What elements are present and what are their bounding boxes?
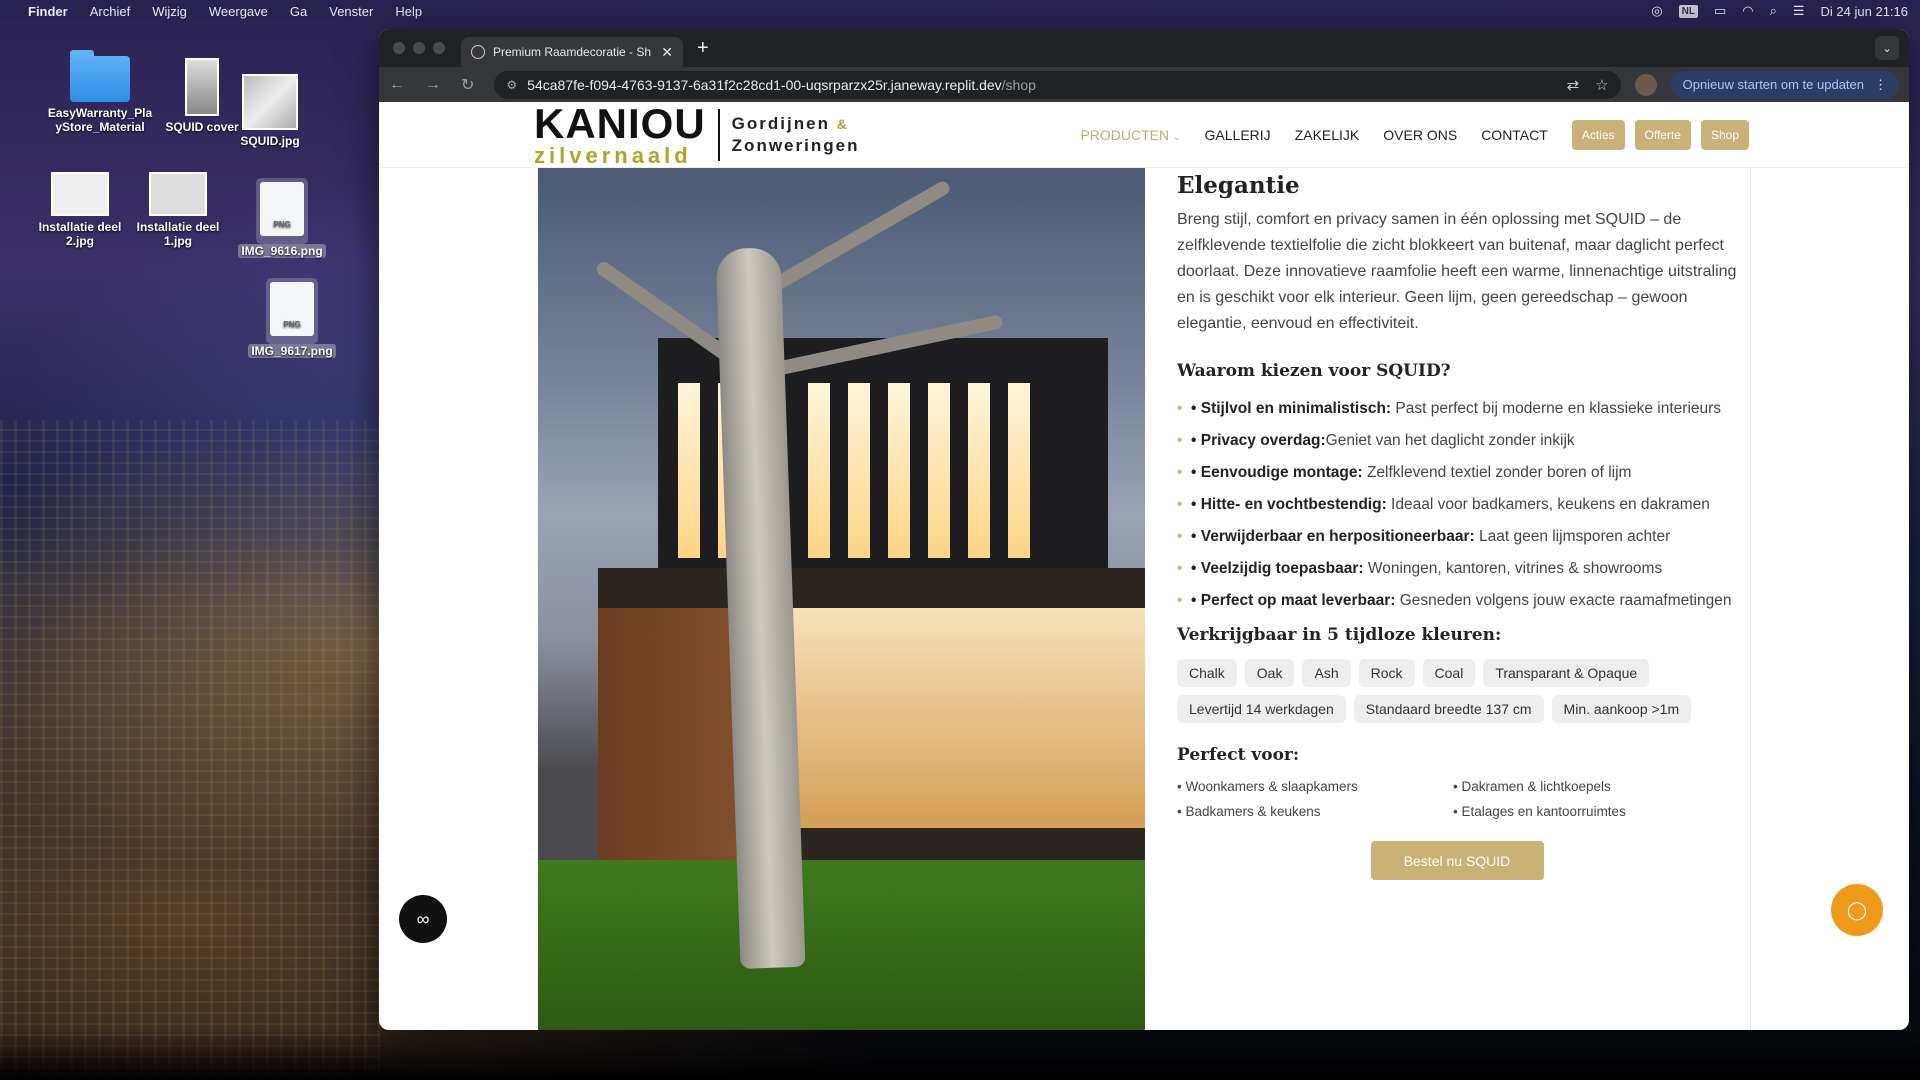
colors-heading: Verkrijgbaar in 5 tijdloze kleuren: [1177,625,1502,645]
web-page: KANIOU zilvernaald Gordijnen & Zonwering… [379,102,1909,1030]
control-center-icon[interactable]: ☰ [1793,3,1805,19]
chat-bubble-icon: ◯ [1846,899,1868,920]
png-file-icon: PNG [270,282,314,336]
tab-title: Premium Raamdecoratie - Sh [493,45,652,59]
product-intro: Breng stijl, comfort en privacy samen in… [1177,211,1737,332]
list-item: • Eenvoudige montage: Zelfklevend textie… [1177,461,1737,485]
list-item: • Dakramen & lichtkoepels [1453,779,1611,794]
accessibility-widget-button[interactable]: ∞ [399,895,447,943]
link-icon: ∞ [416,908,430,929]
search-icon[interactable]: ⌕ [1770,3,1777,19]
desktop-icon-img-9616[interactable]: PNG IMG_9616.png [232,178,332,258]
macos-menubar: Finder Archief Wijzig Weergave Ga Venste… [0,0,1920,22]
nav-contact[interactable]: CONTACT [1481,127,1548,143]
chat-widget-button[interactable]: ◯ [1831,884,1883,936]
offerte-button[interactable]: Offerte [1634,119,1691,150]
menu-venster[interactable]: Venster [329,4,373,19]
why-heading: Waarom kiezen voor SQUID? [1177,361,1451,381]
desktop-icon-img-9617[interactable]: PNG IMG_9617.png [242,278,342,358]
chip-ash: Ash [1302,659,1351,687]
folder-icon [70,50,130,102]
list-item: • Stijlvol en minimalistisch: Past perfe… [1177,397,1737,421]
chevron-down-icon: ⌄ [1173,131,1181,142]
menu-wijzig[interactable]: Wijzig [152,4,187,19]
chip-levertijd: Levertijd 14 werkdagen [1177,695,1346,723]
chip-rock: Rock [1358,659,1415,687]
chip-min-aankoop: Min. aankoop >1m [1551,695,1692,723]
address-toolbar: ← → ↻ ⚙ 54ca87fe-f094-4763-9137-6a31f2c2… [379,67,1909,102]
perfect-heading: Perfect voor: [1177,745,1300,765]
new-tab-button[interactable]: + [697,37,709,60]
profile-avatar[interactable] [1634,73,1657,96]
image-thumbnail-icon [242,74,298,130]
acties-button[interactable]: Acties [1571,119,1625,150]
menu-weergave[interactable]: Weergave [209,4,268,19]
list-item: • Etalages en kantoorruimtes [1453,804,1626,819]
url-field[interactable]: ⚙ 54ca87fe-f094-4763-9137-6a31f2c28cd1-0… [494,70,1621,99]
order-squid-button[interactable]: Bestel nu SQUID [1370,841,1544,880]
chip-breedte: Standaard breedte 137 cm [1353,695,1544,723]
menu-finder[interactable]: Finder [28,4,68,19]
close-tab-icon[interactable]: ✕ [661,44,673,61]
forward-icon[interactable]: → [425,76,441,94]
product-title: Elegantie [1177,172,1300,199]
nav-over-ons[interactable]: OVER ONS [1383,127,1457,143]
update-button[interactable]: Opnieuw starten om te updaten ⋮ [1670,70,1899,99]
reload-icon[interactable]: ↻ [461,75,474,95]
input-language-badge[interactable]: NL [1678,4,1698,18]
image-thumbnail-icon [149,172,207,216]
bookmark-star-icon[interactable]: ☆ [1595,76,1608,94]
menu-archief[interactable]: Archief [90,4,130,19]
desktop-icon-installatie-2[interactable]: Installatie deel 2.jpg [30,172,130,248]
desktop-icon-easywarranty[interactable]: EasyWarranty_Pla yStore_Material [40,50,160,134]
wifi-icon[interactable]: ◠ [1742,3,1753,19]
tab-search-button[interactable]: ⌄ [1875,36,1899,60]
color-chips: Chalk Oak Ash Rock Coal Transparant & Op… [1177,659,1737,723]
window-controls [393,42,445,54]
site-info-icon[interactable]: ⚙ [506,78,517,92]
kebab-menu-icon[interactable]: ⋮ [1874,77,1887,93]
shop-button[interactable]: Shop [1700,119,1749,150]
kaniou-logo[interactable]: KANIOU zilvernaald Gordijnen & Zonwering… [534,102,859,167]
minimize-window-button[interactable] [413,42,425,54]
desktop-icon-squid-jpg[interactable]: SQUID.jpg [230,74,310,148]
browser-window: Premium Raamdecoratie - Sh ✕ + ⌄ ← → ↻ ⚙… [379,29,1909,1030]
image-thumbnail-icon [51,172,109,216]
desktop-icon-installatie-1[interactable]: Installatie deel 1.jpg [128,172,228,248]
nav-producten[interactable]: PRODUCTEN ⌄ [1080,127,1180,143]
chip-chalk: Chalk [1177,659,1237,687]
png-file-icon: PNG [260,182,304,236]
nav-gallerij[interactable]: GALLERIJ [1205,127,1271,143]
battery-icon[interactable]: ▭ [1714,3,1726,19]
product-photo-modern-house [538,168,1145,1030]
main-nav: PRODUCTEN ⌄ GALLERIJ ZAKELIJK OVER ONS C… [1056,119,1749,150]
benefit-list: • Stijlvol en minimalistisch: Past perfe… [1177,397,1737,613]
menubar-clock[interactable]: Di 24 jun 21:16 [1821,4,1908,19]
list-item: • Woonkamers & slaapkamers [1177,779,1358,794]
perfect-for-list: • Woonkamers & slaapkamers • Dakramen & … [1177,779,1737,819]
list-item: • Veelzijdig toepasbaar: Woningen, kanto… [1177,557,1737,581]
list-item: • Hitte- en vochtbestendig: Ideaal voor … [1177,493,1737,517]
list-item: • Perfect op maat leverbaar: Gesneden vo… [1177,589,1737,613]
menu-help[interactable]: Help [395,4,422,19]
close-window-button[interactable] [393,42,405,54]
focus-icon[interactable]: ◎ [1651,3,1662,19]
back-icon[interactable]: ← [389,76,405,94]
zoom-window-button[interactable] [433,42,445,54]
menu-ga[interactable]: Ga [290,4,307,19]
chip-coal: Coal [1422,659,1476,687]
list-item: • Badkamers & keukens [1177,804,1321,819]
browser-tab[interactable]: Premium Raamdecoratie - Sh ✕ [461,37,683,67]
list-item: • Privacy overdag:Geniet van het daglich… [1177,429,1737,453]
translate-icon[interactable]: ⇄ [1567,76,1580,94]
chip-transparant: Transparant & Opaque [1483,659,1650,687]
product-details: Elegantie Breng stijl, comfort en privac… [1177,168,1737,880]
nav-zakelijk[interactable]: ZAKELIJK [1295,127,1360,143]
tab-strip: Premium Raamdecoratie - Sh ✕ + ⌄ [379,29,1909,67]
site-header: KANIOU zilvernaald Gordijnen & Zonwering… [379,102,1909,168]
chip-oak: Oak [1244,659,1295,687]
list-item: • Verwijderbaar en herpositioneerbaar: L… [1177,525,1737,549]
image-thumbnail-icon [185,58,219,116]
globe-icon [471,45,485,59]
